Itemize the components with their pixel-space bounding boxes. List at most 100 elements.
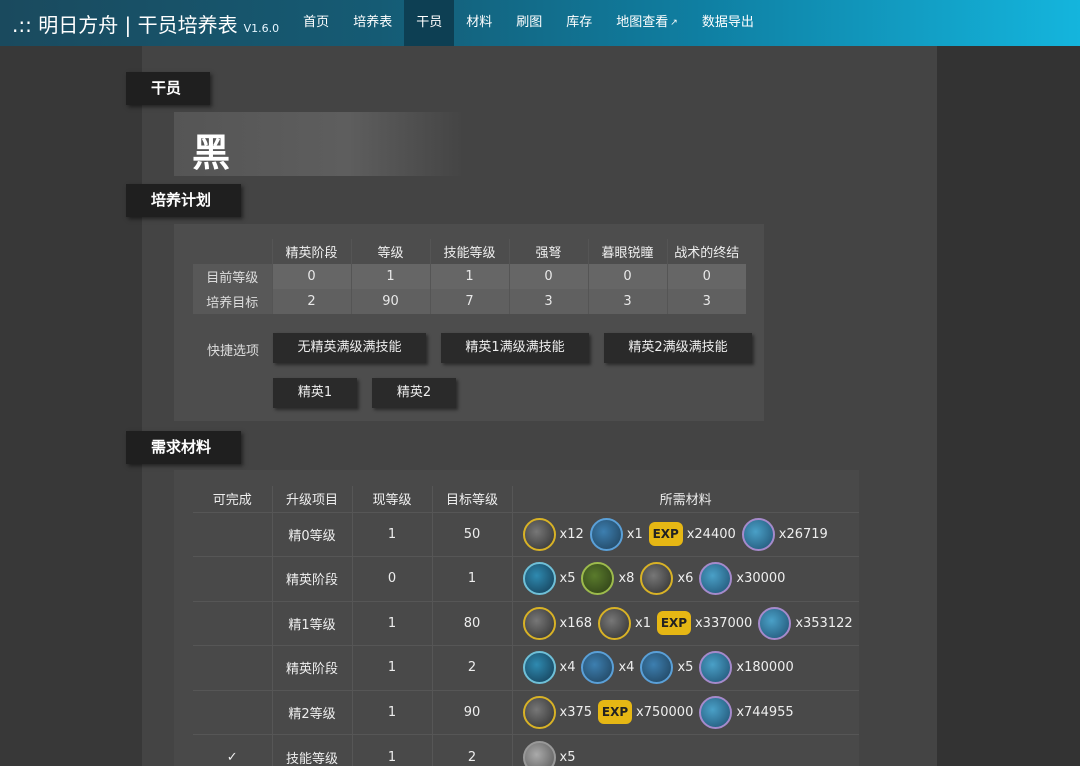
row-required-materials: x168 x1 EXP x337000 x353122 [511, 600, 859, 646]
table-row: ✓ 技能等级 1 2 x5 [193, 734, 859, 766]
material-icon [758, 606, 792, 640]
exp-card-icon: EXP [598, 700, 633, 725]
row-target-level: 50 [431, 511, 512, 557]
material-item[interactable]: x30000 [699, 562, 785, 596]
nav-data-export[interactable]: 数据导出 [690, 0, 766, 46]
row-done-check [193, 600, 272, 646]
target-elite-cell[interactable]: 2 [271, 289, 351, 314]
app-version: V1.6.0 [243, 21, 280, 35]
material-item[interactable]: x5 [640, 651, 694, 685]
material-icon [699, 651, 733, 685]
preset-e0-max-button[interactable]: 无精英满级满技能 [273, 333, 426, 363]
row-current-level: 1 [351, 511, 432, 557]
material-item[interactable]: x1 [589, 517, 643, 551]
material-item[interactable]: x8 [581, 562, 635, 596]
material-item[interactable]: x6 [640, 562, 694, 596]
material-item[interactable]: EXP x337000 [656, 611, 752, 636]
target-skill-cell[interactable]: 7 [429, 289, 509, 314]
plan-col-elite: 精英阶段 [271, 239, 351, 264]
material-quantity: x375 [559, 704, 593, 720]
material-quantity: x5 [559, 571, 576, 587]
row-done-check: ✓ [193, 734, 272, 766]
current-skill3-cell[interactable]: 0 [666, 264, 746, 289]
mat-col-item: 升级项目 [271, 486, 352, 512]
section-materials-header: 需求材料 [126, 431, 241, 464]
section-operator-header: 干员 [126, 72, 210, 105]
material-item[interactable]: x180000 [699, 651, 794, 685]
row-target-level: 1 [431, 556, 512, 601]
material-icon [522, 562, 556, 596]
current-skill2-cell[interactable]: 0 [587, 264, 667, 289]
preset-e2-button[interactable]: 精英2 [372, 378, 456, 408]
row-required-materials: x5 x8 x6 x30000 [511, 556, 859, 601]
row-upgrade-item: 精英阶段 [271, 556, 352, 601]
material-quantity: x6 [677, 571, 694, 587]
material-icon [581, 651, 615, 685]
material-item[interactable]: x4 [581, 651, 634, 685]
material-icon [589, 517, 623, 551]
nav-materials[interactable]: 材料 [454, 0, 504, 46]
material-item[interactable]: x4 [522, 651, 576, 685]
mat-col-current: 现等级 [351, 486, 432, 512]
nav-home[interactable]: 首页 [291, 0, 341, 46]
target-level-cell[interactable]: 90 [350, 289, 430, 314]
current-elite-cell[interactable]: 0 [271, 264, 351, 289]
preset-e2-max-button[interactable]: 精英2满级满技能 [604, 333, 752, 363]
material-item[interactable]: x26719 [741, 517, 828, 551]
target-skill2-cell[interactable]: 3 [587, 289, 667, 314]
current-level-cell[interactable]: 1 [350, 264, 430, 289]
material-icon [640, 651, 674, 685]
row-upgrade-item: 精2等级 [271, 689, 352, 735]
row-current-level: 1 [351, 689, 432, 735]
nav-farming[interactable]: 刷图 [504, 0, 554, 46]
row-current-level: 1 [351, 600, 432, 646]
nav-map-viewer[interactable]: 地图查看 ↗ [604, 0, 690, 46]
nav-plan-table[interactable]: 培养表 [341, 0, 404, 46]
row-required-materials: x12 x1 EXP x24400 x26719 [511, 511, 859, 557]
row-current-level: 0 [351, 556, 432, 601]
app-brand[interactable]: .:: 明日方舟 | 干员培养表 V1.6.0 [0, 9, 279, 38]
material-item[interactable]: x744955 [699, 695, 794, 729]
top-navbar: .:: 明日方舟 | 干员培养表 V1.6.0 首页 培养表 干员 材料 刷图 … [0, 0, 1080, 46]
material-item[interactable]: x5 [522, 562, 576, 596]
material-quantity: x1 [626, 526, 643, 542]
row-upgrade-item: 精英阶段 [271, 645, 352, 690]
material-quantity: x4 [559, 660, 576, 676]
plan-col-skill: 技能等级 [429, 239, 509, 264]
material-icon [598, 606, 632, 640]
material-item[interactable]: x1 [598, 606, 651, 640]
material-quantity: x8 [618, 571, 635, 587]
material-icon [522, 606, 556, 640]
row-required-materials: x375 EXP x750000 x744955 [511, 689, 859, 735]
material-icon [699, 562, 733, 596]
preset-e1-button[interactable]: 精英1 [273, 378, 357, 408]
material-quantity: x24400 [686, 526, 736, 542]
material-item[interactable]: x375 [522, 695, 593, 729]
material-item[interactable]: x168 [522, 606, 592, 640]
material-quantity: x744955 [736, 704, 794, 720]
row-required-materials: x4 x4 x5 x180000 [511, 645, 859, 690]
quick-options-label: 快捷选项 [207, 344, 260, 359]
material-item[interactable]: x12 [522, 517, 584, 551]
material-quantity: x26719 [778, 526, 828, 542]
material-icon [522, 695, 556, 729]
plan-col-skill1: 强弩 [508, 239, 588, 264]
material-icon [741, 517, 775, 551]
nav-inventory[interactable]: 库存 [554, 0, 604, 46]
material-item[interactable]: EXP x24400 [648, 522, 736, 547]
material-quantity: x5 [677, 660, 694, 676]
main-nav: 首页 培养表 干员 材料 刷图 库存 地图查看 ↗ 数据导出 [291, 0, 766, 46]
preset-e1-max-button[interactable]: 精英1满级满技能 [441, 333, 589, 363]
plan-col-skill3: 战术的终结 [666, 239, 746, 264]
material-item[interactable]: x353122 [758, 606, 853, 640]
current-skill-cell[interactable]: 1 [429, 264, 509, 289]
material-item[interactable]: EXP x750000 [598, 700, 693, 725]
material-item[interactable]: x5 [522, 740, 575, 766]
plan-col-skill2: 暮眼锐瞳 [587, 239, 667, 264]
target-skill3-cell[interactable]: 3 [666, 289, 746, 314]
nav-operator[interactable]: 干员 [404, 0, 455, 46]
material-icon [522, 517, 556, 551]
target-skill1-cell[interactable]: 3 [508, 289, 588, 314]
material-quantity: x353122 [795, 615, 853, 631]
current-skill1-cell[interactable]: 0 [508, 264, 588, 289]
